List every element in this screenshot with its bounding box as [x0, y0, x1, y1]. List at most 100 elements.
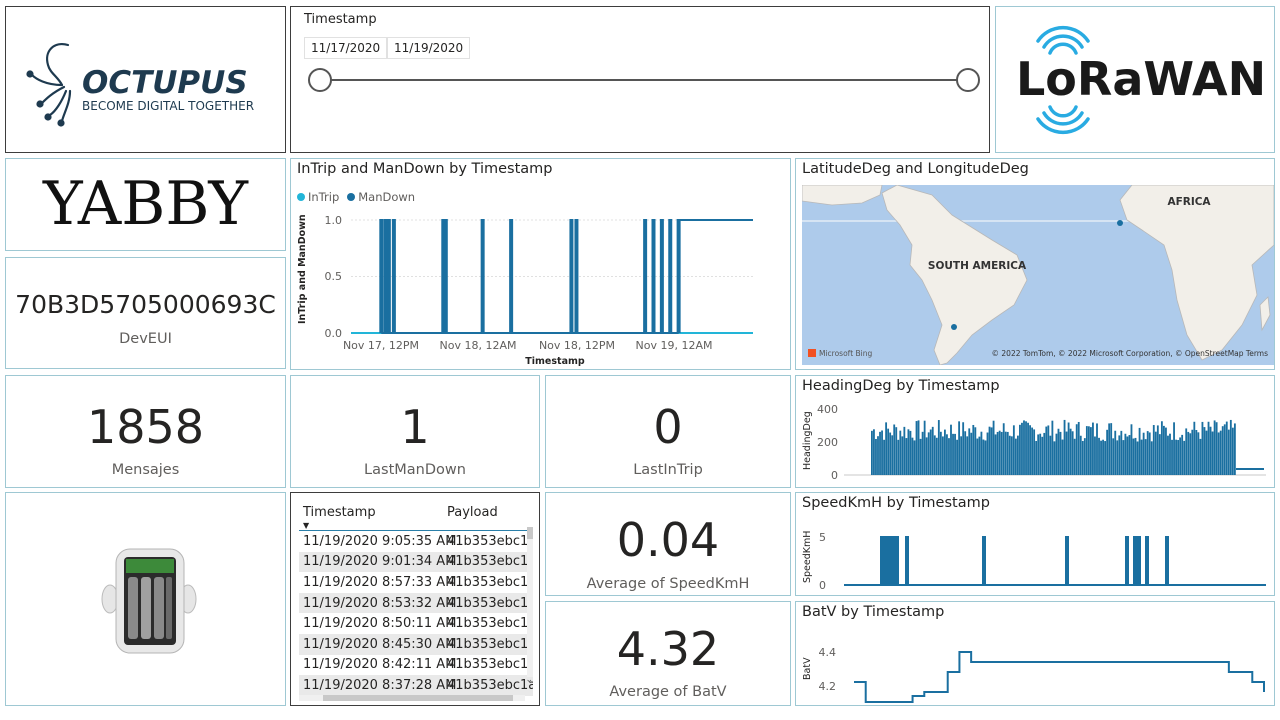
heading-bar	[1120, 430, 1123, 475]
heading-bar	[1017, 435, 1019, 475]
heading-bar	[1175, 439, 1177, 475]
map-visual[interactable]: SOUTH AMERICA AFRICA Microsoft Bing © 20…	[802, 185, 1274, 365]
heading-bar	[903, 426, 906, 475]
heading-bar	[1006, 431, 1009, 475]
heading-bar	[1233, 423, 1236, 475]
heading-bar	[1051, 420, 1054, 475]
slicer-track[interactable]	[321, 79, 969, 81]
lastmandown-card: 1 LastManDown	[290, 375, 540, 488]
octupus-logo-card: OCTUPUS BECOME DIGITAL TOGETHER	[5, 6, 286, 153]
heading-bar	[1079, 435, 1082, 475]
cell-timestamp: 11/19/2020 9:01:34 AM	[303, 554, 457, 570]
map-label-south-america: SOUTH AMERICA	[928, 260, 1027, 272]
heading-bar	[881, 430, 883, 475]
heading-chart: HeadingDeg by Timestamp HeadingDeg 400 2…	[795, 375, 1275, 488]
heading-bar	[996, 431, 999, 475]
avg-batv-card: 4.32 Average of BatV	[545, 601, 791, 706]
heading-bar	[1065, 431, 1068, 475]
heading-bar	[1140, 439, 1143, 475]
speed-ytick-5: 5	[819, 531, 826, 544]
lastmandown-value: 1	[400, 400, 430, 454]
slicer-end-date[interactable]: 11/19/2020	[387, 37, 471, 59]
map-card: LatitudeDeg and LongitudeDeg SOUTH AMERI…	[795, 158, 1275, 370]
heading-bar	[1041, 436, 1044, 475]
mensajes-card: 1858 Mensajes	[5, 375, 286, 488]
heading-bar	[909, 430, 912, 475]
cell-payload: 41b353ebc1a	[447, 657, 533, 673]
heading-bar	[1025, 421, 1027, 475]
slicer-title: Timestamp	[304, 12, 377, 27]
heading-bar	[1067, 422, 1070, 475]
cell-timestamp: 11/19/2020 8:37:28 AM	[303, 677, 457, 693]
octupus-tagline: BECOME DIGITAL TOGETHER	[82, 99, 254, 113]
table-row[interactable]: 11/19/2020 8:37:28 AM 41b353ebc1a	[299, 675, 533, 696]
heading-bar	[1002, 423, 1005, 475]
cell-timestamp: 11/19/2020 8:53:32 AM	[303, 595, 457, 611]
heading-bar	[931, 426, 934, 475]
heading-bar	[917, 420, 920, 475]
heading-bar	[1027, 422, 1029, 475]
slicer-handle-start[interactable]	[308, 68, 332, 92]
heading-bar	[1187, 431, 1190, 475]
heading-bar	[946, 434, 948, 475]
heading-bar	[1110, 423, 1113, 475]
heading-bar	[1004, 431, 1007, 475]
heading-bar	[1061, 439, 1064, 475]
heading-bar	[935, 437, 938, 475]
cell-timestamp: 11/19/2020 8:50:11 AM	[303, 616, 457, 632]
avg-speed-label: Average of SpeedKmH	[586, 576, 750, 592]
heading-bar	[1019, 424, 1021, 475]
cell-timestamp: 11/19/2020 8:45:30 AM	[303, 636, 457, 652]
heading-plot: HeadingDeg 400 200 0	[802, 403, 1266, 482]
table-row[interactable]: 11/19/2020 8:50:11 AM 41b353ebc1a	[299, 613, 533, 634]
slicer-handle-end[interactable]	[956, 68, 980, 92]
heading-bar	[1191, 429, 1194, 475]
col-timestamp-header[interactable]: Timestamp	[299, 505, 447, 520]
heading-bar	[1102, 439, 1104, 475]
table-row[interactable]: 11/19/2020 8:57:33 AM 41b353ebc1a	[299, 572, 533, 593]
intrip-plot: InTrip and ManDown 1.0 0.5 0.0 Nov 17, 1…	[297, 214, 753, 367]
table-row[interactable]: 11/19/2020 8:53:32 AM 41b353ebc1a	[299, 592, 533, 614]
heading-bar	[1148, 432, 1151, 475]
speed-plot: SpeedKmH 5 0	[802, 531, 1266, 592]
heading-bar	[1037, 434, 1040, 475]
heading-bar	[929, 429, 932, 475]
heading-bar	[994, 434, 997, 475]
table-vertical-scrollbar[interactable]	[527, 527, 533, 677]
heading-bar	[1059, 431, 1062, 475]
heading-bar	[1096, 423, 1098, 475]
col-payload-header[interactable]: Payload	[447, 505, 533, 520]
batv-plot: BatV 4.4 4.2	[802, 646, 1265, 703]
cell-payload: 41b353ebc1a	[447, 677, 533, 693]
intrip-ytick-05: 0.5	[325, 270, 343, 283]
heading-bar	[1138, 427, 1141, 475]
table-row[interactable]: 11/19/2020 9:01:34 AM 41b353ebc1a	[299, 551, 533, 573]
heading-bar	[1085, 426, 1088, 475]
table-row[interactable]: 11/19/2020 8:42:11 AM 41b353ebc1a	[299, 655, 533, 676]
table-row[interactable]: 11/19/2020 8:45:30 AM 41b353ebc1a	[299, 633, 533, 655]
lastintrip-label: LastInTrip	[633, 462, 703, 478]
heading-bar	[1029, 425, 1031, 475]
heading-bar	[883, 439, 885, 475]
table-row[interactable]: 11/19/2020 9:05:35 AM 41b353ebc1a	[299, 531, 533, 552]
slicer-start-date[interactable]: 11/17/2020	[304, 37, 388, 59]
heading-bar	[1106, 429, 1109, 475]
heading-bar	[905, 438, 908, 475]
table-horizontal-scrollbar[interactable]	[299, 695, 525, 701]
heading-bar	[1014, 438, 1017, 475]
heading-bar	[901, 436, 904, 475]
heading-bar	[1124, 433, 1127, 475]
sort-desc-icon[interactable]: ▼	[303, 521, 309, 530]
heading-bar	[1063, 419, 1066, 475]
heading-bar	[1185, 428, 1188, 475]
heading-bar	[1045, 426, 1048, 475]
heading-bar	[998, 430, 1001, 475]
heading-bar	[1221, 426, 1224, 475]
heading-bar	[1179, 437, 1182, 475]
heading-bar	[1203, 427, 1206, 475]
cell-payload: 41b353ebc1a	[447, 574, 533, 590]
heading-bar	[1077, 421, 1080, 475]
scroll-down-icon[interactable]: ⌄	[525, 675, 533, 685]
heading-bar	[1193, 421, 1196, 475]
map-title: LatitudeDeg and LongitudeDeg	[802, 161, 1029, 177]
